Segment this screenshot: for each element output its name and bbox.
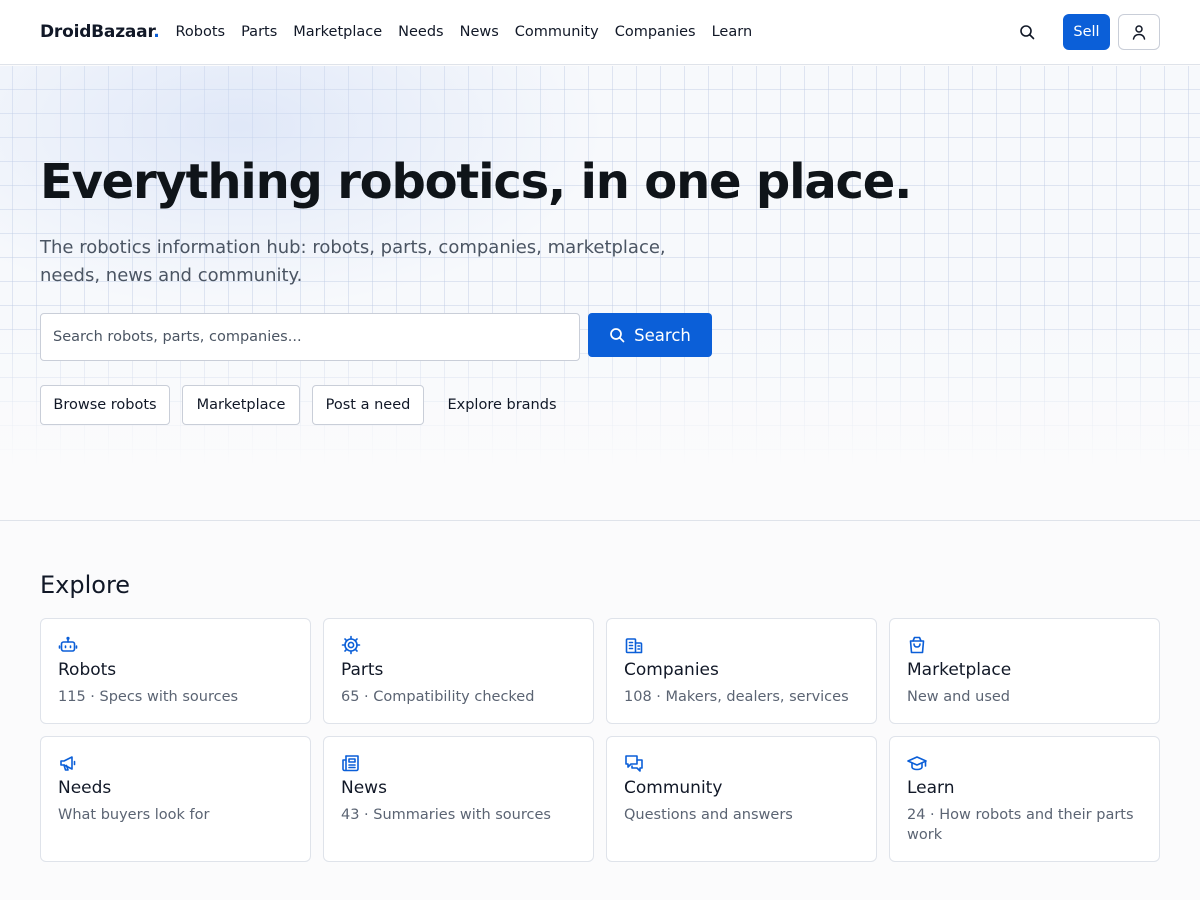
shopping-bag-icon [909, 636, 925, 654]
nav-item-companies[interactable]: Companies [615, 24, 696, 40]
card-title: News [341, 778, 387, 798]
top-nav-bar: DroidBazaar. Robots Parts Marketplace Ne… [0, 0, 1200, 65]
card-title: Marketplace [907, 660, 1012, 680]
megaphone-icon [60, 756, 76, 771]
nav-item-learn[interactable]: Learn [712, 24, 753, 40]
header-search-button[interactable] [1011, 16, 1043, 48]
building-icon [625, 638, 643, 654]
hero-subtitle: The robotics information hub: robots, pa… [40, 237, 666, 286]
explore-card-needs[interactable]: Needs What buyers look for [40, 736, 311, 862]
hero-section: Everything robotics, in one place. The r… [0, 66, 1200, 521]
nav-item-robots[interactable]: Robots [175, 24, 225, 40]
chat-icon [625, 755, 643, 772]
explore-brands-link[interactable]: Explore brands [436, 385, 568, 425]
card-title: Community [624, 778, 723, 798]
explore-card-learn[interactable]: Learn 24 · How robots and their parts wo… [889, 736, 1160, 862]
card-title: Parts [341, 660, 384, 680]
card-description: 108 · Makers, dealers, services [624, 689, 849, 705]
search-icon [1020, 25, 1035, 40]
nav-item-parts[interactable]: Parts [241, 24, 277, 40]
card-description: 65 · Compatibility checked [341, 689, 535, 705]
nav-item-marketplace[interactable]: Marketplace [293, 24, 382, 40]
robot-icon [58, 636, 78, 652]
search-icon [610, 328, 625, 343]
newspaper-icon [342, 755, 359, 772]
search-button-label: Search [634, 325, 691, 345]
explore-card-parts[interactable]: Parts 65 · Compatibility checked [323, 618, 594, 724]
gear-icon [341, 635, 361, 655]
browse-robots-button[interactable]: Browse robots [40, 385, 170, 425]
explore-card-news[interactable]: News 43 · Summaries with sources [323, 736, 594, 862]
account-button[interactable] [1118, 14, 1160, 50]
explore-card-community[interactable]: Community Questions and answers [606, 736, 877, 862]
card-description: 24 · How robots and their parts work [907, 807, 1134, 843]
card-description: What buyers look for [58, 807, 210, 823]
site-logo[interactable]: DroidBazaar. [40, 22, 160, 42]
card-description: 43 · Summaries with sources [341, 807, 551, 823]
explore-card-marketplace[interactable]: Marketplace New and used [889, 618, 1160, 724]
graduation-cap-icon [907, 756, 927, 771]
explore-heading: Explore [40, 571, 131, 599]
search-button[interactable]: Search [588, 313, 712, 357]
card-description: New and used [907, 689, 1010, 705]
card-description: 115 · Specs with sources [58, 689, 239, 705]
card-title: Robots [58, 660, 117, 680]
nav-item-needs[interactable]: Needs [398, 24, 443, 40]
explore-card-companies[interactable]: Companies 108 · Makers, dealers, service… [606, 618, 877, 724]
card-title: Needs [58, 778, 112, 798]
post-a-need-button[interactable]: Post a need [312, 385, 424, 425]
card-title: Companies [624, 660, 719, 680]
hero-background-fade [0, 66, 1200, 520]
nav-item-news[interactable]: News [460, 24, 499, 40]
sell-button[interactable]: Sell [1063, 14, 1110, 50]
hero-title: Everything robotics, in one place. [40, 154, 912, 210]
user-icon [1132, 25, 1146, 40]
marketplace-button[interactable]: Marketplace [182, 385, 300, 425]
main-nav: Robots Parts Marketplace Needs News Comm… [175, 24, 768, 40]
card-title: Learn [907, 778, 955, 798]
card-description: Questions and answers [624, 807, 793, 823]
search-input[interactable] [40, 313, 580, 361]
explore-card-robots[interactable]: Robots 115 · Specs with sources [40, 618, 311, 724]
nav-item-community[interactable]: Community [515, 24, 599, 40]
